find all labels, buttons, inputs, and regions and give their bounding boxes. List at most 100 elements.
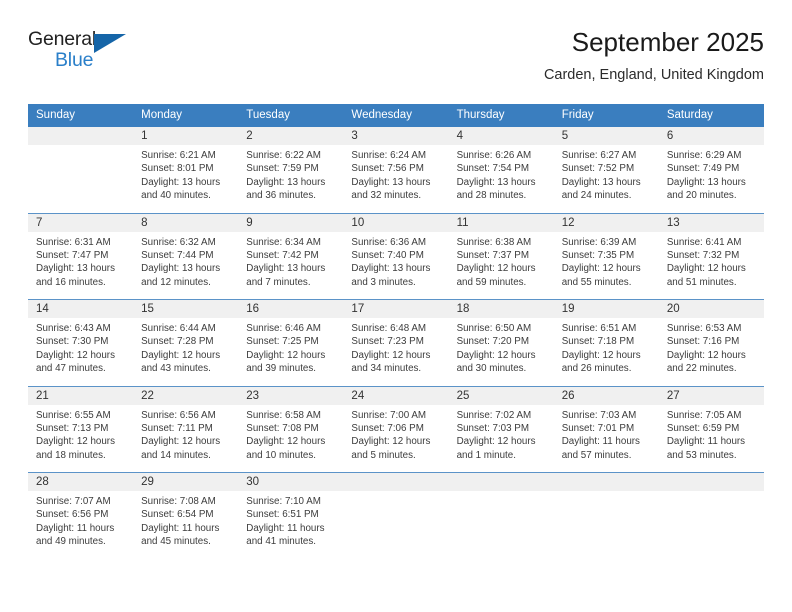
day-number-cell[interactable]: 19 [553, 300, 659, 318]
day-number-cell[interactable]: 25 [448, 386, 554, 405]
column-header-saturday: Saturday [658, 104, 764, 127]
day-number-cell[interactable]: 13 [658, 213, 764, 232]
calendar-head: Sunday Monday Tuesday Wednesday Thursday… [28, 104, 764, 127]
day-number-cell[interactable]: 16 [238, 300, 344, 318]
day-number-cell[interactable]: 21 [28, 386, 134, 405]
day-number-cell[interactable]: 11 [448, 213, 554, 232]
day-daylight-text: and 55 minutes. [561, 276, 632, 288]
day-number-cell[interactable]: 20 [658, 300, 764, 318]
day-sunset-text: Sunset: 7:13 PM [36, 422, 109, 434]
day-number-cell-empty [448, 473, 554, 491]
day-info-cell[interactable]: Sunrise: 6:27 AM Sunset: 7:52 PM Daylight:… [553, 145, 659, 213]
brand-name-blue: Blue [55, 48, 94, 71]
day-sunrise-text: Sunrise: 6:50 AM [456, 323, 532, 334]
day-info-cell[interactable]: Sunrise: 6:21 AM Sunset: 8:01 PM Daylight:… [133, 145, 239, 213]
day-daylight-text: and 20 minutes. [666, 190, 737, 202]
day-number-cell[interactable]: 7 [28, 213, 134, 232]
day-daylight-text: Daylight: 11 hours [36, 522, 115, 534]
day-info-cell[interactable]: Sunrise: 6:55 AM Sunset: 7:13 PM Daylight:… [28, 404, 134, 473]
day-info-cell[interactable]: Sunrise: 6:29 AM Sunset: 7:49 PM Daylight:… [658, 145, 764, 213]
day-info-cell[interactable]: Sunrise: 6:43 AM Sunset: 7:30 PM Daylight:… [28, 318, 134, 386]
day-info-cell[interactable]: Sunrise: 6:58 AM Sunset: 7:08 PM Daylight:… [238, 404, 344, 473]
day-sunset-text: Sunset: 7:28 PM [141, 336, 214, 348]
column-header-tuesday: Tuesday [238, 104, 344, 127]
day-number-cell[interactable]: 6 [658, 127, 764, 145]
day-info-cell[interactable]: Sunrise: 6:44 AM Sunset: 7:28 PM Daylight:… [133, 318, 239, 386]
brand-logo[interactable]: General Blue [28, 29, 148, 86]
day-number-cell[interactable]: 2 [238, 127, 344, 145]
day-daylight-text: and 5 minutes. [351, 449, 416, 461]
day-info-cell[interactable]: Sunrise: 6:41 AM Sunset: 7:32 PM Daylight:… [658, 231, 764, 300]
day-sunrise-text: Sunrise: 7:05 AM [666, 409, 742, 421]
day-number-cell[interactable]: 27 [658, 386, 764, 405]
day-number-cell[interactable]: 22 [133, 386, 239, 405]
day-sunset-text: Sunset: 8:01 PM [141, 163, 214, 175]
brand-flag-icon [94, 34, 126, 53]
day-sunrise-text: Sunrise: 6:53 AM [666, 323, 742, 334]
day-info-cell[interactable]: Sunrise: 6:46 AM Sunset: 7:25 PM Daylight:… [238, 318, 344, 386]
day-number-row: 28 29 30 [28, 473, 764, 491]
day-number-cell[interactable]: 17 [343, 300, 449, 318]
day-info-cell[interactable]: Sunrise: 6:24 AM Sunset: 7:56 PM Daylight:… [343, 145, 449, 213]
day-info-cell[interactable]: Sunrise: 6:38 AM Sunset: 7:37 PM Daylight:… [448, 231, 554, 300]
day-number-cell[interactable]: 30 [238, 473, 344, 491]
column-header-sunday: Sunday [28, 104, 134, 127]
day-sunrise-text: Sunrise: 6:29 AM [666, 150, 742, 161]
day-sunset-text: Sunset: 6:54 PM [141, 509, 214, 521]
day-info-cell[interactable]: Sunrise: 7:10 AM Sunset: 6:51 PM Daylight:… [238, 491, 344, 559]
day-number-cell-empty [658, 473, 764, 491]
day-info-cell[interactable]: Sunrise: 7:00 AM Sunset: 7:06 PM Daylight:… [343, 404, 449, 473]
day-sunset-text: Sunset: 6:51 PM [246, 509, 319, 521]
day-sunset-text: Sunset: 7:25 PM [246, 336, 319, 348]
day-info-cell[interactable]: Sunrise: 6:50 AM Sunset: 7:20 PM Daylight:… [448, 318, 554, 386]
day-daylight-text: and 57 minutes. [561, 449, 632, 461]
day-sunrise-text: Sunrise: 7:03 AM [561, 409, 637, 421]
day-sunset-text: Sunset: 7:18 PM [561, 336, 635, 348]
day-sunrise-text: Sunrise: 7:08 AM [141, 496, 216, 507]
day-number-cell[interactable]: 29 [133, 473, 239, 491]
day-number-cell[interactable]: 14 [28, 300, 134, 318]
day-daylight-text: Daylight: 12 hours [351, 349, 431, 361]
day-info-cell[interactable]: Sunrise: 6:39 AM Sunset: 7:35 PM Daylight:… [553, 231, 659, 300]
day-info-cell[interactable]: Sunrise: 6:48 AM Sunset: 7:23 PM Daylight:… [343, 318, 449, 386]
day-info-cell[interactable]: Sunrise: 6:22 AM Sunset: 7:59 PM Daylight:… [238, 145, 344, 213]
day-info-cell[interactable]: Sunrise: 7:03 AM Sunset: 7:01 PM Daylight:… [553, 404, 659, 473]
day-number-cell[interactable]: 26 [553, 386, 659, 405]
day-number-cell[interactable]: 12 [553, 213, 659, 232]
day-info-cell[interactable]: Sunrise: 6:31 AM Sunset: 7:47 PM Daylight:… [28, 231, 134, 300]
day-info-cell[interactable]: Sunrise: 6:32 AM Sunset: 7:44 PM Daylight:… [133, 231, 239, 300]
day-number-cell[interactable]: 5 [553, 127, 659, 145]
day-daylight-text: Daylight: 13 hours [36, 263, 115, 275]
page-title: September 2025 [571, 27, 764, 57]
day-number-cell[interactable]: 23 [238, 386, 344, 405]
calendar-table: Sunday Monday Tuesday Wednesday Thursday… [28, 104, 764, 559]
day-info-cell[interactable]: Sunrise: 6:56 AM Sunset: 7:11 PM Daylight:… [133, 404, 239, 473]
page-header: General Blue September 2025 Carden, Engl… [28, 26, 764, 100]
day-info-cell[interactable]: Sunrise: 7:08 AM Sunset: 6:54 PM Daylight:… [133, 491, 239, 559]
day-daylight-text: Daylight: 12 hours [246, 436, 326, 448]
day-number-cell[interactable]: 15 [133, 300, 239, 318]
day-info-cell[interactable]: Sunrise: 6:36 AM Sunset: 7:40 PM Daylight:… [343, 231, 449, 300]
day-number-cell[interactable]: 3 [343, 127, 449, 145]
day-daylight-text: and 39 minutes. [246, 363, 316, 375]
day-number-cell[interactable]: 28 [28, 473, 134, 491]
day-sunrise-text: Sunrise: 7:02 AM [456, 409, 532, 421]
day-daylight-text: Daylight: 12 hours [561, 263, 641, 275]
day-info-cell[interactable]: Sunrise: 7:05 AM Sunset: 6:59 PM Daylight:… [658, 404, 764, 473]
day-number-cell[interactable]: 1 [133, 127, 239, 145]
day-info-cell[interactable]: Sunrise: 6:26 AM Sunset: 7:54 PM Daylight:… [448, 145, 554, 213]
day-daylight-text: and 10 minutes. [246, 449, 316, 461]
day-number-cell[interactable]: 9 [238, 213, 344, 232]
day-number-cell[interactable]: 18 [448, 300, 554, 318]
day-info-cell[interactable]: Sunrise: 6:51 AM Sunset: 7:18 PM Daylight:… [553, 318, 659, 386]
day-info-cell[interactable]: Sunrise: 7:07 AM Sunset: 6:56 PM Daylight:… [28, 491, 134, 559]
day-info-cell[interactable]: Sunrise: 7:02 AM Sunset: 7:03 PM Daylight:… [448, 404, 554, 473]
day-info-cell[interactable]: Sunrise: 6:53 AM Sunset: 7:16 PM Daylight:… [658, 318, 764, 386]
day-info-cell-empty [343, 491, 449, 559]
day-number-cell[interactable]: 8 [133, 213, 239, 232]
day-number-cell[interactable]: 10 [343, 213, 449, 232]
day-number-cell[interactable]: 4 [448, 127, 554, 145]
day-daylight-text: and 7 minutes. [246, 276, 311, 288]
day-info-cell[interactable]: Sunrise: 6:34 AM Sunset: 7:42 PM Daylight:… [238, 231, 344, 300]
day-number-cell[interactable]: 24 [343, 386, 449, 405]
